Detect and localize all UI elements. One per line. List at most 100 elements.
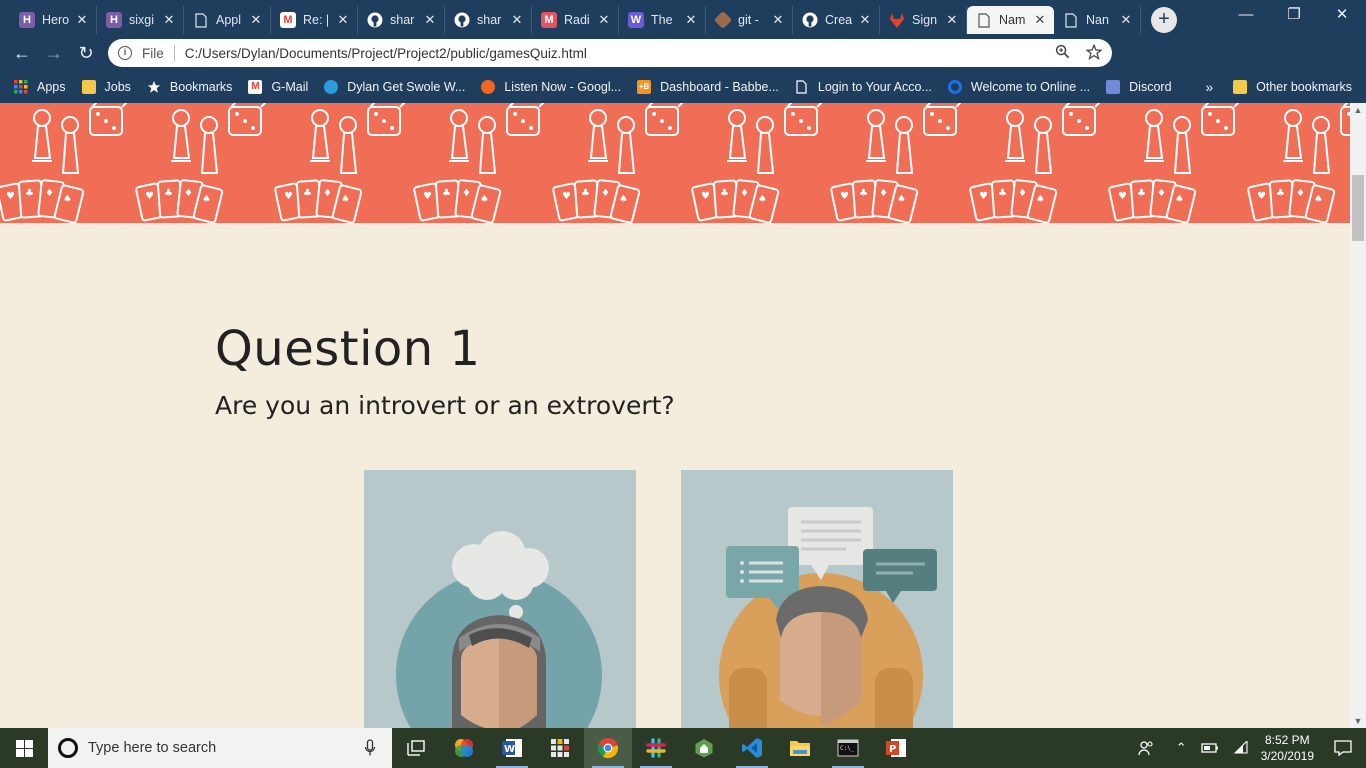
tab-close-icon[interactable]: ✕ [75, 12, 89, 28]
tab-title: Crea [825, 13, 853, 27]
bookmark-item[interactable]: Discord [1106, 79, 1172, 94]
browser-tab[interactable]: shar ✕ [445, 6, 532, 34]
extrovert-choice-card[interactable] [681, 470, 953, 728]
url-scheme: File [142, 45, 164, 61]
browser-tab[interactable]: Appl ✕ [184, 6, 271, 34]
back-button[interactable]: ← [6, 43, 38, 64]
bookmark-item[interactable]: Jobs [81, 79, 131, 94]
zoom-icon[interactable] [1055, 44, 1070, 59]
tab-title: Radi [564, 13, 590, 27]
tab-close-icon[interactable]: ✕ [945, 12, 959, 28]
browser-tab[interactable]: git - ✕ [706, 6, 793, 34]
start-button[interactable] [0, 728, 48, 768]
word-icon: W [502, 739, 522, 757]
bookmarks-overflow-button[interactable]: » [1205, 79, 1213, 95]
gitlab-icon [889, 12, 905, 28]
taskbar-file-explorer[interactable] [776, 728, 824, 768]
tab-close-icon[interactable]: ✕ [1033, 12, 1047, 28]
browser-tab[interactable]: M Re: | ✕ [271, 6, 358, 34]
tab-close-icon[interactable]: ✕ [1119, 12, 1133, 28]
browser-tab[interactable]: Sign ✕ [880, 6, 967, 34]
w-icon: W [628, 12, 644, 28]
taskbar-calculator[interactable] [536, 728, 584, 768]
microphone-icon[interactable] [364, 739, 376, 757]
bookmark-item[interactable]: +B Dashboard - Babbe... [637, 79, 779, 94]
scroll-up-arrow-icon[interactable]: ▲ [1350, 105, 1366, 115]
tab-close-icon[interactable]: ✕ [423, 12, 437, 28]
browser-tab[interactable]: W The ✕ [619, 6, 706, 34]
bookmark-item[interactable]: Login to Your Acco... [795, 80, 932, 94]
folder-icon [81, 79, 96, 94]
taskbar-chrome[interactable] [584, 728, 632, 768]
info-icon[interactable]: i [118, 46, 132, 60]
bookmark-label: Login to Your Acco... [817, 79, 932, 94]
browser-tab[interactable]: Hsixgi ✕ [97, 6, 184, 34]
taskbar-node[interactable] [680, 728, 728, 768]
browser-tab[interactable]: Crea ✕ [793, 6, 880, 34]
taskbar-vscode[interactable] [728, 728, 776, 768]
address-bar[interactable]: i File C:/Users/Dylan/Documents/Project/… [108, 39, 1112, 67]
task-view-button[interactable] [392, 728, 440, 768]
tab-close-icon[interactable]: ✕ [249, 12, 263, 28]
taskbar-photos[interactable] [440, 728, 488, 768]
browser-tab[interactable]: Nam ✕ [967, 6, 1054, 34]
star-bookmark-icon[interactable] [1086, 44, 1102, 60]
bookmark-item[interactable]: M G-Mail [248, 79, 308, 94]
github-icon [454, 12, 470, 28]
window-controls: — ❐ ✕ [1222, 0, 1366, 30]
tab-close-icon[interactable]: ✕ [510, 12, 524, 28]
taskbar-slack[interactable] [632, 728, 680, 768]
introvert-choice-card[interactable] [364, 470, 636, 728]
bookmark-item[interactable]: Welcome to Online ... [947, 79, 1090, 94]
page-icon [795, 79, 809, 94]
bookmark-label: Jobs [104, 79, 131, 94]
tab-close-icon[interactable]: ✕ [771, 12, 785, 28]
taskbar-powerpoint[interactable]: P [872, 728, 920, 768]
action-center-icon[interactable] [1334, 740, 1352, 756]
tab-title: Nam [999, 13, 1026, 27]
taskbar-terminal[interactable]: C:\_ [824, 728, 872, 768]
other-bookmarks[interactable]: Other bookmarks [1233, 79, 1352, 94]
other-bookmarks-label: Other bookmarks [1256, 79, 1352, 94]
folder-icon [1233, 79, 1248, 94]
bookmark-item[interactable]: Dylan Get Swole W... [324, 79, 465, 94]
browser-tab[interactable]: Nan ✕ [1054, 6, 1141, 34]
taskbar-clock[interactable]: 8:52 PM 3/20/2019 [1261, 732, 1314, 764]
url-text[interactable]: C:/Users/Dylan/Documents/Project/Project… [185, 46, 587, 61]
bookmark-item[interactable]: Bookmarks [147, 80, 232, 94]
browser-tab[interactable]: shar ✕ [358, 6, 445, 34]
tray-overflow-icon[interactable]: ⌃ [1176, 740, 1187, 756]
quiz-page: ♥ ♣ ♦ ♠ Question 1 Are you an introvert … [0, 103, 1350, 728]
page-scrollbar[interactable]: ▲ ▼ [1350, 103, 1366, 728]
wifi-icon[interactable] [1233, 741, 1249, 755]
battery-icon[interactable] [1200, 742, 1219, 754]
introvert-illustration [396, 531, 602, 728]
browser-tab[interactable]: M Radi ✕ [532, 6, 619, 34]
scroll-down-arrow-icon[interactable]: ▼ [1350, 716, 1366, 726]
bookmark-item[interactable]: Listen Now - Googl... [481, 79, 621, 94]
people-icon[interactable] [1138, 740, 1154, 756]
games-banner: ♥ ♣ ♦ ♠ [0, 103, 1350, 223]
tab-close-icon[interactable]: ✕ [684, 12, 698, 28]
taskbar-search[interactable]: Type here to search [48, 728, 392, 768]
vscode-icon [742, 738, 762, 758]
tab-close-icon[interactable]: ✕ [336, 12, 350, 28]
minimize-button[interactable]: — [1222, 0, 1270, 30]
new-tab-button[interactable]: + [1151, 7, 1177, 33]
bookmark-label: Apps [37, 79, 66, 94]
reload-button[interactable]: ↻ [70, 43, 102, 64]
close-window-button[interactable]: ✕ [1318, 0, 1366, 30]
tab-close-icon[interactable]: ✕ [858, 12, 872, 28]
forward-button[interactable]: → [38, 43, 70, 64]
tab-close-icon[interactable]: ✕ [597, 12, 611, 28]
task-view-icon [407, 740, 425, 756]
restore-button[interactable]: ❐ [1270, 0, 1318, 30]
scrollbar-thumb[interactable] [1352, 175, 1364, 241]
bookmark-item[interactable]: Apps [14, 79, 66, 94]
svg-text:P: P [889, 744, 896, 755]
tab-close-icon[interactable]: ✕ [162, 12, 176, 28]
taskbar-word[interactable]: W [488, 728, 536, 768]
browser-tab[interactable]: H Hero ✕ [10, 6, 97, 34]
github-icon [802, 12, 818, 28]
tab-title: sixgi [129, 13, 155, 27]
